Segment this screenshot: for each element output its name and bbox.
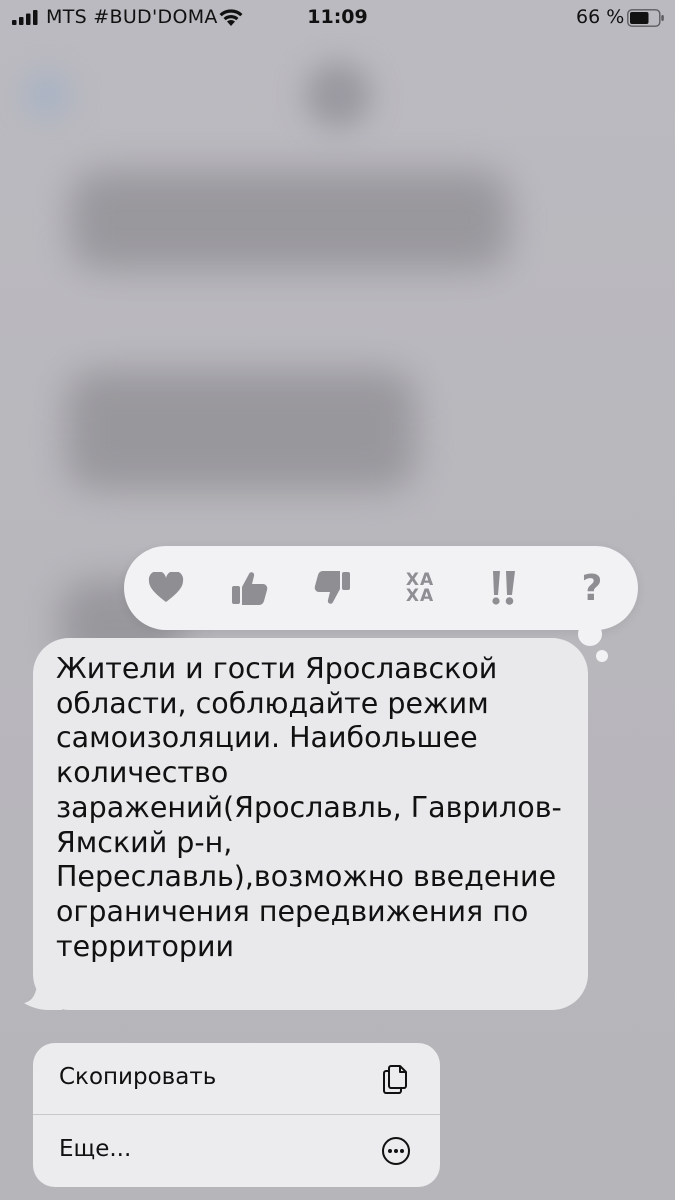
reaction-thumbs-up[interactable]: [228, 566, 272, 610]
ellipsis-circle-icon: [382, 1137, 410, 1165]
haha-bottom: ХА: [405, 586, 435, 606]
tapback-reaction-bar: ХА ХА ?: [124, 546, 638, 630]
exclamation-icon: [492, 571, 515, 605]
more-label: Еще...: [59, 1136, 132, 1162]
battery-percent: 66 %: [576, 6, 625, 28]
haha-icon: ХА ХА: [405, 572, 435, 606]
status-bar: MTS #BUD'DOMA 11:09 66 %: [0, 0, 675, 36]
reaction-exclamation[interactable]: [482, 566, 526, 610]
blurred-contact-avatar: [305, 62, 371, 128]
message-text: Жители и гости Ярославской области, собл…: [56, 652, 562, 963]
heart-icon: [148, 572, 184, 602]
reaction-thumbs-down[interactable]: [310, 566, 354, 610]
reaction-question[interactable]: ?: [570, 566, 614, 610]
tapback-tail-dot-small: [596, 650, 608, 662]
copy-button[interactable]: Скопировать: [33, 1043, 440, 1114]
blurred-message-1: [70, 170, 510, 270]
question-icon: ?: [581, 567, 603, 609]
thumbs-up-icon: [232, 572, 268, 605]
battery-icon: [627, 9, 664, 27]
reaction-haha[interactable]: ХА ХА: [398, 566, 442, 610]
copy-icon: [383, 1065, 407, 1094]
context-menu: Скопировать Еще...: [33, 1043, 440, 1187]
thumbs-down-icon: [314, 571, 350, 604]
more-button[interactable]: Еще...: [33, 1115, 440, 1186]
copy-label: Скопировать: [59, 1064, 217, 1090]
reaction-heart[interactable]: [144, 566, 188, 610]
message-bubble-tail: [24, 980, 62, 1010]
status-time: 11:09: [307, 6, 368, 28]
blurred-back-button: [24, 72, 70, 118]
tapback-tail-dot: [578, 622, 602, 646]
blurred-message-2: [66, 370, 416, 490]
